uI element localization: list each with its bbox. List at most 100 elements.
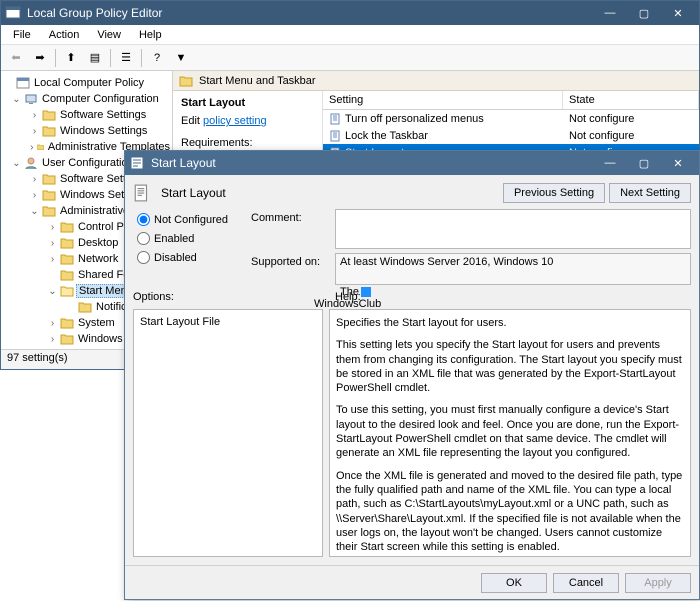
expand-icon[interactable]: › [47, 222, 58, 233]
tree-item[interactable]: ›Windows Settings [1, 123, 172, 139]
show-hide-button[interactable]: ▤ [84, 47, 106, 69]
dialog-title: Start Layout [151, 156, 593, 170]
gpedit-titlebar[interactable]: Local Group Policy Editor — ▢ ✕ [1, 1, 699, 25]
expand-icon[interactable]: › [29, 190, 40, 201]
expand-icon[interactable]: › [29, 126, 40, 137]
cancel-button[interactable]: Cancel [553, 573, 619, 593]
tree-root[interactable]: Local Computer Policy [1, 75, 172, 91]
options-pane: Start Layout File [133, 309, 323, 557]
up-button[interactable]: ⬆ [60, 47, 82, 69]
back-button[interactable]: ⬅ [5, 47, 27, 69]
radio-enabled[interactable]: Enabled [137, 232, 239, 245]
close-button[interactable]: ✕ [661, 2, 695, 24]
folder-icon [60, 316, 74, 330]
detail-header-text: Start Menu and Taskbar [199, 75, 316, 87]
expand-icon[interactable]: › [47, 238, 58, 249]
menu-file[interactable]: File [5, 27, 39, 43]
folder-icon [42, 108, 56, 122]
expand-icon[interactable]: › [47, 334, 58, 345]
col-setting[interactable]: Setting [323, 91, 563, 109]
menu-help[interactable]: Help [131, 27, 170, 43]
help-pane[interactable]: Specifies the Start layout for users. Th… [329, 309, 691, 557]
dialog-minimize-button[interactable]: — [593, 152, 627, 174]
setting-state: Not configure [563, 130, 699, 142]
menu-view[interactable]: View [89, 27, 129, 43]
window-title: Local Group Policy Editor [27, 6, 593, 20]
policy-item-icon [329, 130, 341, 142]
forward-button[interactable]: ➡ [29, 47, 51, 69]
setting-name: Lock the Taskbar [345, 130, 428, 142]
tree-item[interactable]: ›Software Settings [1, 107, 172, 123]
tree-computer-config[interactable]: ⌄Computer Configuration [1, 91, 172, 107]
dialog-footer: OK Cancel Apply [125, 565, 699, 599]
radio-not-configured[interactable]: Not Configured [137, 213, 239, 226]
filter-button[interactable]: ▼ [170, 47, 192, 69]
option-start-layout-file: Start Layout File [140, 316, 316, 328]
maximize-button[interactable]: ▢ [627, 2, 661, 24]
grid-header[interactable]: Setting State [323, 91, 699, 110]
field-column: Comment: Supported on: At least Windows … [251, 209, 691, 285]
comment-label: Comment: [251, 209, 329, 249]
dialog-maximize-button[interactable]: ▢ [627, 152, 661, 174]
folder-icon [42, 172, 56, 186]
collapse-icon[interactable]: ⌄ [11, 94, 22, 105]
dialog-titlebar[interactable]: Start Layout — ▢ ✕ [125, 151, 699, 175]
collapse-icon[interactable]: ⌄ [47, 286, 58, 297]
col-state[interactable]: State [563, 91, 699, 109]
options-label: Options: [133, 291, 329, 303]
minimize-button[interactable]: — [593, 2, 627, 24]
folder-open-icon [60, 284, 74, 298]
separator [55, 49, 56, 67]
help-p3: To use this setting, you must first manu… [336, 403, 684, 460]
detail-header: Start Menu and Taskbar [173, 71, 699, 91]
expand-icon[interactable]: › [29, 110, 40, 121]
folder-icon [42, 188, 56, 202]
expand-icon[interactable]: › [47, 318, 58, 329]
folder-icon [60, 252, 74, 266]
menubar: File Action View Help [1, 25, 699, 45]
separator [110, 49, 111, 67]
dialog-mid-row: Not Configured Enabled Disabled Comment:… [133, 209, 691, 285]
help-p1: Specifies the Start layout for users. [336, 316, 684, 330]
setting-name: Turn off personalized menus [345, 113, 484, 125]
folder-icon [42, 124, 56, 138]
policy-item-icon [329, 113, 341, 125]
dialog-body: Start Layout Previous Setting Next Setti… [125, 175, 699, 565]
next-setting-button[interactable]: Next Setting [609, 183, 691, 203]
expand-icon[interactable]: › [47, 254, 58, 265]
dialog-close-button[interactable]: ✕ [661, 152, 695, 174]
state-radios: Not Configured Enabled Disabled [133, 209, 243, 285]
computer-icon [24, 92, 38, 106]
setting-state: Not configure [563, 113, 699, 125]
expand-icon[interactable]: › [29, 142, 35, 153]
help-p2: This setting lets you specify the Start … [336, 338, 684, 395]
start-layout-dialog: Start Layout — ▢ ✕ Start Layout Previous… [124, 150, 700, 600]
folder-icon [60, 268, 74, 282]
table-row[interactable]: Turn off personalized menus Not configure [323, 110, 699, 127]
dialog-heading: Start Layout [161, 186, 226, 200]
user-icon [24, 156, 38, 170]
folder-icon [42, 204, 56, 218]
ok-button[interactable]: OK [481, 573, 547, 593]
comment-input[interactable] [335, 209, 691, 249]
edit-policy-link[interactable]: policy setting [203, 115, 267, 127]
table-row[interactable]: Lock the Taskbar Not configure [323, 127, 699, 144]
folder-icon [37, 140, 44, 154]
policy-icon [16, 76, 30, 90]
dialog-top-row: Start Layout Previous Setting Next Setti… [133, 183, 691, 203]
expand-icon[interactable]: › [29, 174, 40, 185]
menu-action[interactable]: Action [41, 27, 88, 43]
folder-icon [60, 332, 74, 346]
previous-setting-button[interactable]: Previous Setting [503, 183, 605, 203]
radio-disabled[interactable]: Disabled [137, 251, 239, 264]
dialog-icon [129, 155, 145, 171]
help-button[interactable]: ? [146, 47, 168, 69]
properties-button[interactable]: ☰ [115, 47, 137, 69]
collapse-icon[interactable]: ⌄ [29, 206, 40, 217]
requirements-label: Requirements: [181, 137, 314, 149]
collapse-icon[interactable]: ⌄ [11, 158, 22, 169]
policy-icon [133, 184, 151, 202]
apply-button[interactable]: Apply [625, 573, 691, 593]
help-label: Help: [335, 291, 361, 303]
app-icon [5, 5, 21, 21]
